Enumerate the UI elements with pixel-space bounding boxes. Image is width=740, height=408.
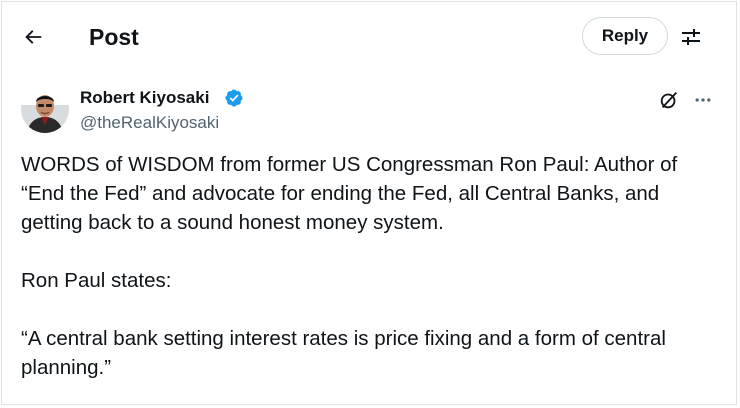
post-page: Post Reply Robert Kiyosaki @theRealKiyos…	[1, 1, 737, 405]
post-paragraph: WORDS of WISDOM from former US Congressm…	[21, 153, 678, 234]
reply-settings-button[interactable]	[676, 22, 706, 52]
grok-button[interactable]	[656, 87, 682, 113]
grok-icon	[660, 92, 678, 109]
sliders-icon	[682, 29, 700, 45]
author-row: Robert Kiyosaki @theRealKiyosaki	[2, 80, 736, 140]
post-text: WORDS of WISDOM from former US Congressm…	[21, 150, 721, 382]
author-name[interactable]: Robert Kiyosaki	[80, 87, 209, 109]
author-handle[interactable]: @theRealKiyosaki	[80, 112, 219, 134]
reply-button[interactable]: Reply	[582, 17, 668, 55]
back-button[interactable]	[16, 20, 50, 54]
top-bar: Post Reply	[2, 2, 736, 72]
post-paragraph: “A central bank setting interest rates i…	[21, 327, 666, 379]
more-horizontal-icon	[695, 98, 711, 102]
post-paragraph: Ron Paul states:	[21, 269, 172, 292]
more-options-button[interactable]	[690, 87, 716, 113]
avatar[interactable]	[21, 85, 69, 133]
arrow-left-icon	[25, 30, 42, 44]
page-title: Post	[89, 24, 139, 50]
verified-badge-icon	[225, 89, 243, 107]
